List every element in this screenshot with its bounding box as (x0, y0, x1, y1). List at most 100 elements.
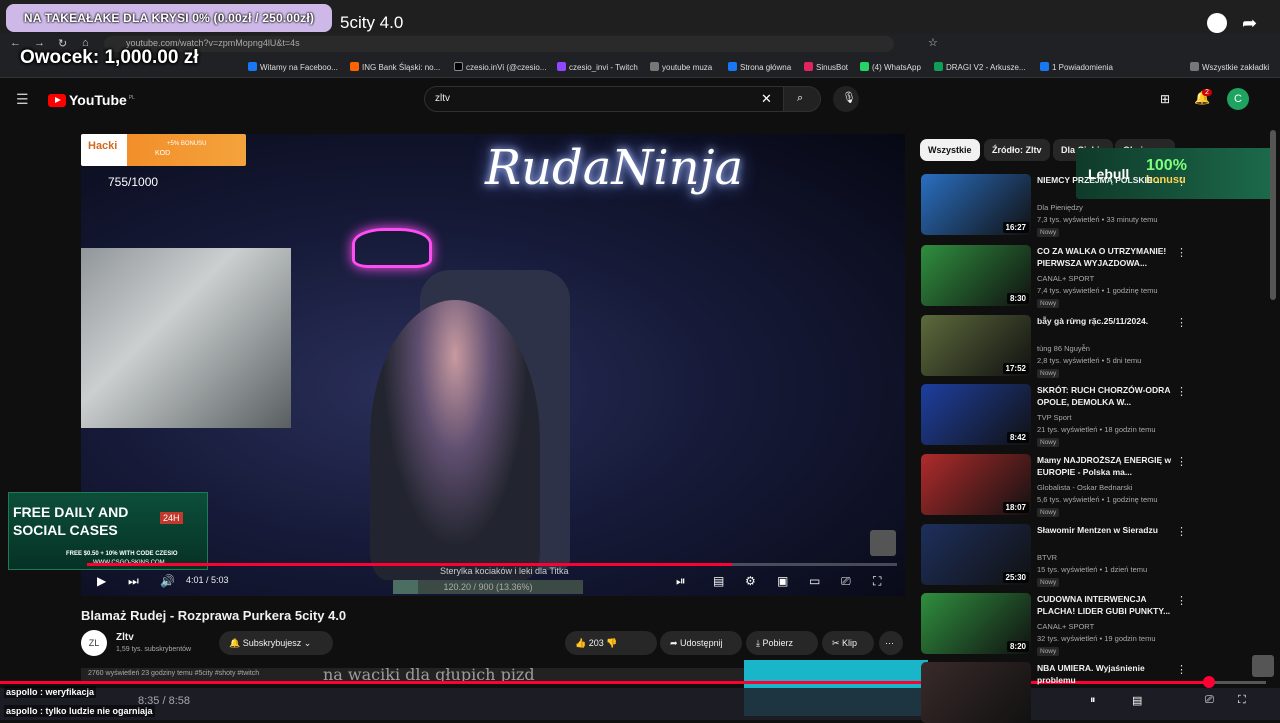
bookmark-item[interactable]: Witamy na Faceboo... (248, 62, 338, 72)
miniplayer-icon[interactable]: ▣ (777, 574, 788, 588)
hakli-bonus: +5% BONUSU (167, 141, 207, 147)
chat-text: weryfikacja (45, 687, 95, 697)
hakli-kod: KOD (155, 150, 171, 157)
rec-thumbnail[interactable] (921, 662, 1031, 723)
channel-avatar[interactable]: ZL (81, 630, 107, 656)
rec-channel[interactable]: BTVR (1037, 553, 1057, 562)
play-icon[interactable]: ▶ (97, 574, 106, 588)
subtitles-icon[interactable]: ▤ (1132, 694, 1142, 707)
bookmark-item[interactable]: DRAGI V2 - Arkusze... (934, 62, 1026, 72)
rec-title[interactable]: NBA UMIERA. Wyjaśnienie problemu (1037, 662, 1173, 686)
youtube-logo[interactable]: YouTube PL (48, 92, 135, 108)
bookmark-label: 1 Powiadomienia (1052, 63, 1113, 72)
bookmark-label: Witamy na Faceboo... (260, 63, 338, 72)
bookmark-star-icon[interactable]: ☆ (928, 36, 938, 49)
more-icon[interactable]: ⋮ (1176, 316, 1187, 329)
clear-search-icon[interactable]: ✕ (761, 91, 772, 107)
bookmark-item[interactable]: czesio.inVi (@czesio... (454, 62, 546, 72)
subscribe-button[interactable]: 🔔 Subskrybujesz ⌄ (219, 631, 333, 655)
video-progress-fill (87, 563, 732, 566)
clip-button[interactable]: ✂ Klip (822, 631, 874, 655)
bookmark-item[interactable]: (4) WhatsApp (860, 62, 921, 72)
rec-channel[interactable]: CANAL+ SPORT (1037, 274, 1094, 283)
rec-title[interactable]: bẫy gà rừng rặc.25/11/2024. (1037, 315, 1173, 327)
browser-tab-title[interactable]: 5city 4.0 (340, 13, 403, 33)
bookmark-label: czesio.inVi (@czesio... (466, 63, 547, 72)
chevron-down-icon: ⌄ (301, 638, 312, 648)
bookmark-item[interactable]: Strona główna (728, 62, 791, 72)
video-time: 4:01 / 5:03 (186, 575, 229, 585)
chip-source[interactable]: Źródło: Zltv (984, 139, 1050, 161)
neon-sign: RudaNinja (485, 140, 744, 196)
channel-name[interactable]: Zltv (116, 632, 134, 643)
fullscreen-icon[interactable]: ⛶ (1238, 694, 1246, 707)
twitch-icon (557, 62, 566, 71)
rec-title[interactable]: CO ZA WALKA O UTRZYMANIE! PIERWSZA WYJAZ… (1037, 245, 1173, 269)
folder-icon (650, 62, 659, 71)
rec-title[interactable]: NIEMCY PRZEJMĄ POLSKIE ... (1037, 174, 1173, 186)
bookmark-item[interactable]: ING Bank Śląski: no... (350, 62, 440, 72)
menu-icon[interactable]: ☰ (16, 91, 29, 108)
pause-icon[interactable]: ⏸ (1090, 694, 1096, 707)
subtitles-icon[interactable]: ▤ (713, 574, 724, 588)
subscribe-label: Subskrybujesz (242, 638, 302, 648)
rec-title[interactable]: Sławomir Mentzen w Sieradzu (1037, 524, 1173, 536)
video-title: Blamaż Rudej - Rozprawa Purkera 5city 4.… (81, 608, 347, 623)
thumbs-up-icon: 👍 (575, 638, 589, 648)
volume-icon[interactable]: 🔊 (160, 574, 175, 588)
rec-new-badge: Nowy (1037, 299, 1060, 308)
share-button[interactable]: ➦ Udostępnij (660, 631, 742, 655)
rec-duration: 8:42 (1006, 432, 1029, 443)
settings-icon[interactable]: ⚙ (745, 574, 756, 588)
rec-title[interactable]: Mamy NAJDROŻSZĄ ENERGIĘ w EUROPIE - Pols… (1037, 454, 1173, 478)
bookmark-item[interactable]: 1 Powiadomienia (1040, 62, 1113, 72)
rec-new-badge: Nowy (1037, 369, 1060, 378)
rec-channel[interactable]: TVP Sport (1037, 413, 1071, 422)
bookmark-item[interactable]: czesio_invi - Twitch (557, 62, 638, 72)
more-icon[interactable]: ⋮ (1176, 594, 1187, 607)
search-button[interactable]: ⌕ (783, 86, 821, 112)
next-icon[interactable]: ⏭ (128, 574, 139, 589)
theater-icon[interactable]: ▭ (809, 574, 820, 588)
rec-new-badge: Nowy (1037, 438, 1060, 447)
download-button[interactable]: ⤓ Pobierz (746, 631, 818, 655)
avatar[interactable]: C (1227, 88, 1249, 110)
like-button[interactable]: 👍 203 👎 (565, 631, 657, 655)
facebook-icon (1040, 62, 1049, 71)
rec-title[interactable]: SKRÓT: RUCH CHORZÓW-ODRA OPOLE, DEMOLKA … (1037, 384, 1173, 408)
rec-channel[interactable]: Dla Pieniędzy (1037, 203, 1083, 212)
rec-meta: 32 tys. wyświetleń • 19 godzin temu (1037, 634, 1156, 643)
bookmark-item[interactable]: Wszystkie zakładki (1190, 62, 1269, 72)
rec-new-badge: Nowy (1037, 228, 1060, 237)
mic-button[interactable]: 🎙 (833, 86, 859, 112)
fullscreen-icon[interactable]: ⛶ (873, 574, 881, 589)
bookmark-item[interactable]: youtube muza (650, 62, 712, 72)
bookmark-item[interactable]: SinusBot (804, 62, 848, 72)
chip-all[interactable]: Wszystkie (920, 139, 980, 161)
more-icon[interactable]: ⋮ (1176, 385, 1187, 398)
more-icon[interactable]: ⋮ (1176, 525, 1187, 538)
outer-progress-knob[interactable] (1203, 676, 1215, 688)
search-input[interactable]: zltv (424, 86, 784, 112)
scrollbar[interactable] (1270, 130, 1276, 300)
more-icon[interactable]: ⋮ (1176, 455, 1187, 468)
rec-channel[interactable]: Globalista - Oskar Bednarski (1037, 483, 1132, 492)
rec-channel[interactable]: tùng 86 Nguyễn (1037, 344, 1090, 353)
rec-channel[interactable]: CANAL+ SPORT (1037, 622, 1094, 631)
rec-new-badge: Nowy (1037, 578, 1060, 587)
share-icon[interactable]: ➦ (1242, 13, 1257, 34)
cast-icon[interactable]: ⎚ (841, 574, 851, 589)
free-daily-line2: SOCIAL CASES (13, 522, 118, 538)
create-icon[interactable]: ⊞ (1160, 92, 1170, 106)
more-icon[interactable]: ⋮ (1176, 663, 1187, 676)
url-field[interactable]: youtube.com/watch?v=zpmMopng4lU&t=4s (104, 36, 894, 52)
more-icon[interactable]: ⋮ (1176, 246, 1187, 259)
cast-icon[interactable]: ⎚ (1205, 694, 1214, 707)
rec-title[interactable]: CUDOWNA INTERWENCJA PLACHA! LIDER GUBI P… (1037, 593, 1173, 617)
more-icon[interactable]: ⋮ (1176, 175, 1187, 188)
chat-user: aspollo (6, 706, 38, 716)
autoplay-toggle[interactable]: ⏯ (676, 574, 686, 589)
free-daily-code: FREE $0.50 + 10% WITH CODE CZESIO (66, 551, 178, 557)
rec-new-badge: Nowy (1037, 647, 1060, 656)
more-actions-button[interactable]: ⋯ (879, 631, 903, 655)
